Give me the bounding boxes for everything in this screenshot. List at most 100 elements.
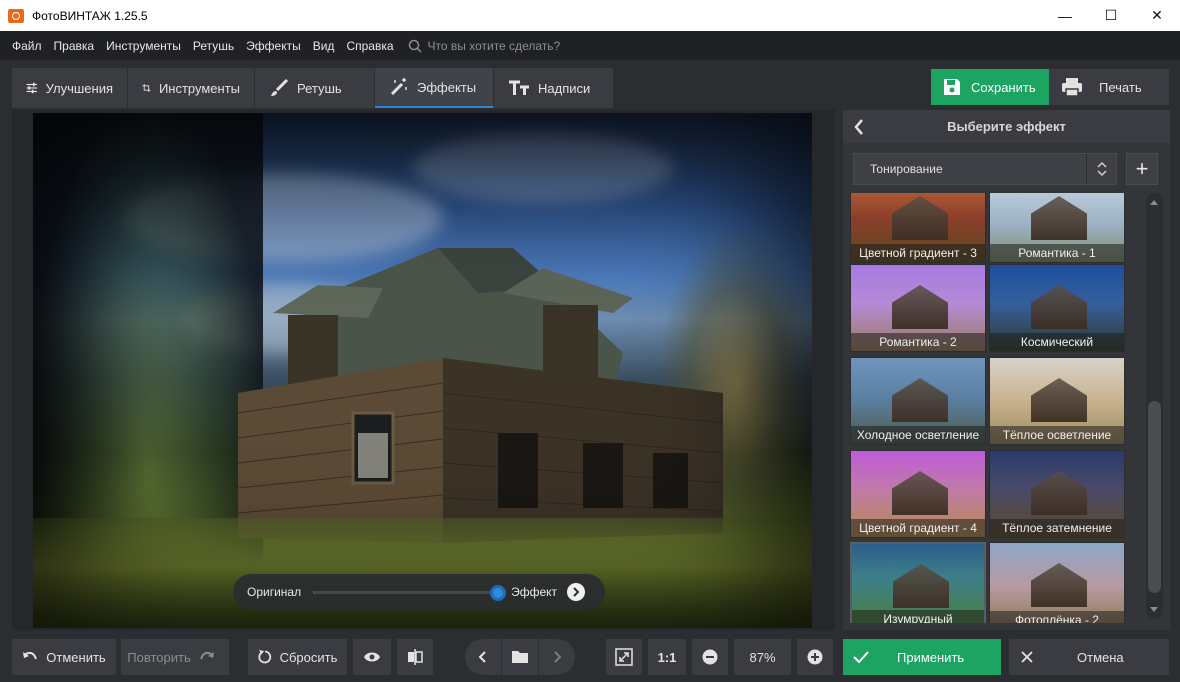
minimize-button[interactable]: — xyxy=(1042,0,1088,31)
maximize-button[interactable]: ☐ xyxy=(1088,0,1134,31)
tab-label: Эффекты xyxy=(417,79,477,95)
text-icon xyxy=(509,80,529,95)
menu-help[interactable]: Справка xyxy=(340,39,399,53)
brush-icon xyxy=(271,78,289,96)
open-folder-button[interactable] xyxy=(502,639,538,675)
menu-effects[interactable]: Эффекты xyxy=(240,39,307,53)
tab-retouch[interactable]: Ретушь xyxy=(255,68,375,108)
zoom-in-button[interactable] xyxy=(797,639,833,675)
folder-icon xyxy=(512,651,528,663)
print-label: Печать xyxy=(1099,79,1142,95)
menu-file[interactable]: Файл xyxy=(6,39,48,53)
effects-grid: Цветной градиент - 3 Романтика - 1 Романти… xyxy=(850,193,1127,623)
tab-effects[interactable]: Эффекты xyxy=(375,68,494,108)
previous-image-button[interactable] xyxy=(465,639,501,675)
window-title: ФотоВИНТАЖ 1.25.5 xyxy=(32,8,148,23)
back-arrow-icon[interactable] xyxy=(853,118,865,136)
apply-label: Применить xyxy=(897,649,965,665)
zoom-level: 87% xyxy=(734,639,791,675)
compare-slider-bar: Оригинал Эффект xyxy=(233,574,605,610)
effect-thumbnail[interactable]: Тёплое затемнение xyxy=(989,450,1125,538)
tab-label: Инструменты xyxy=(158,80,240,96)
house-silhouette xyxy=(1031,471,1087,515)
effect-label: Космический xyxy=(990,333,1124,351)
house-silhouette xyxy=(892,378,948,422)
chevron-right-icon xyxy=(573,587,580,597)
app-logo-icon xyxy=(8,8,24,23)
house-silhouette xyxy=(1031,378,1087,422)
undo-button[interactable]: Отменить xyxy=(12,639,116,675)
reset-button[interactable]: Сбросить xyxy=(248,639,347,675)
tab-enhancements[interactable]: Улучшения xyxy=(12,68,128,108)
house-silhouette xyxy=(892,285,948,329)
effect-thumbnail[interactable]: Тёплое осветление xyxy=(989,357,1125,445)
tab-captions[interactable]: Надписи xyxy=(494,68,614,108)
menu-retouch[interactable]: Ретушь xyxy=(187,39,240,53)
scroll-up-icon[interactable] xyxy=(1150,200,1158,205)
house-silhouette xyxy=(1031,563,1087,607)
redo-icon xyxy=(199,651,214,660)
menu-edit[interactable]: Правка xyxy=(48,39,101,53)
close-button[interactable]: ✕ xyxy=(1134,0,1180,31)
compare-slider-handle[interactable] xyxy=(490,584,507,601)
effect-thumbnail[interactable]: Романтика - 2 xyxy=(850,264,986,352)
chevron-right-icon xyxy=(554,651,562,663)
compare-view-button[interactable] xyxy=(397,639,433,675)
effect-thumbnail[interactable]: Романтика - 1 xyxy=(989,193,1125,263)
reset-label: Сбросить xyxy=(279,649,338,665)
eye-icon xyxy=(364,652,380,662)
effect-label: Холодное осветление xyxy=(851,426,985,444)
actual-size-button[interactable]: 1:1 xyxy=(648,639,686,675)
effects-panel: Выберите эффект Тонирование + Цветной гр… xyxy=(843,110,1170,630)
tab-tools[interactable]: Инструменты xyxy=(128,68,255,108)
menu-search[interactable]: Что вы хотите сделать? xyxy=(408,38,561,53)
tab-label: Улучшения xyxy=(45,80,113,96)
menu-view[interactable]: Вид xyxy=(307,39,341,53)
crop-icon xyxy=(142,83,151,93)
compare-slider-track[interactable] xyxy=(313,584,507,601)
effect-category-select[interactable]: Тонирование xyxy=(853,153,1117,185)
redo-button[interactable]: Повторить xyxy=(121,639,229,675)
fullscreen-icon xyxy=(615,648,633,666)
scroll-down-icon[interactable] xyxy=(1150,607,1158,612)
fit-to-screen-button[interactable] xyxy=(606,639,642,675)
title-bar: ФотоВИНТАЖ 1.25.5 — ☐ ✕ xyxy=(0,0,1180,31)
menu-tools[interactable]: Инструменты xyxy=(100,39,187,53)
house-silhouette xyxy=(893,564,949,608)
printer-icon xyxy=(1062,78,1082,97)
effect-label: Тёплое затемнение xyxy=(990,519,1124,537)
floppy-icon xyxy=(944,79,960,95)
effect-thumbnail[interactable]: Фотоплёнка - 2 xyxy=(989,542,1125,623)
effect-label: Цветной градиент - 4 xyxy=(851,519,985,537)
tab-label: Ретушь xyxy=(297,80,342,96)
cancel-button[interactable]: Отмена xyxy=(1009,639,1169,675)
reset-icon xyxy=(258,650,271,664)
preview-toggle-button[interactable] xyxy=(353,639,391,675)
effect-label: Романтика - 2 xyxy=(851,333,985,351)
menu-bar: Файл Правка Инструменты Ретушь Эффекты В… xyxy=(0,31,1180,60)
sliders-icon xyxy=(26,82,38,94)
checkmark-icon xyxy=(853,651,869,663)
effects-scrollbar[interactable] xyxy=(1146,193,1163,619)
save-button[interactable]: Сохранить xyxy=(931,69,1049,105)
panel-title: Выберите эффект xyxy=(947,119,1066,134)
add-effect-button[interactable]: + xyxy=(1126,153,1158,185)
effect-thumbnail[interactable]: Цветной градиент - 4 xyxy=(850,450,986,538)
window-controls: — ☐ ✕ xyxy=(1042,0,1180,31)
select-arrows-icon xyxy=(1086,154,1116,184)
split-view-icon xyxy=(408,649,423,665)
effect-thumbnail[interactable]: Цветной градиент - 3 xyxy=(850,193,986,263)
print-button[interactable]: Печать xyxy=(1049,69,1169,105)
zoom-out-button[interactable] xyxy=(692,639,728,675)
image-canvas[interactable] xyxy=(12,110,835,630)
cancel-label: Отмена xyxy=(1077,649,1124,665)
search-icon xyxy=(408,39,422,53)
apply-button[interactable]: Применить xyxy=(843,639,1001,675)
search-placeholder: Что вы хотите сделать? xyxy=(427,38,561,53)
scrollbar-thumb[interactable] xyxy=(1148,401,1161,593)
next-image-button[interactable] xyxy=(539,639,575,675)
effect-thumbnail[interactable]: Космический xyxy=(989,264,1125,352)
next-effect-button[interactable] xyxy=(567,583,586,601)
effect-thumbnail[interactable]: Холодное осветление xyxy=(850,357,986,445)
effect-thumbnail[interactable]: Изумрудный xyxy=(850,542,986,623)
